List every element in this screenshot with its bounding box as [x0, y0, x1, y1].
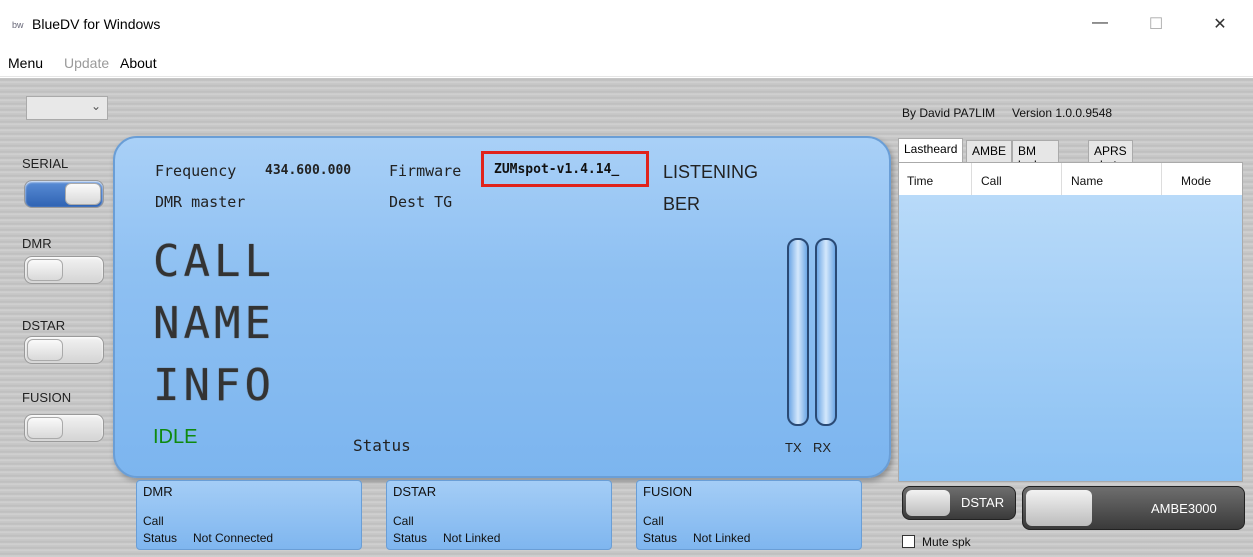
grid-header: Time Call Name Mode — [899, 163, 1242, 195]
call-display: CALL — [153, 236, 275, 287]
chevron-down-icon: ⌄ — [90, 99, 101, 113]
mini-call: Call — [393, 514, 414, 528]
switch-knob — [1026, 490, 1092, 526]
frequency-value: 434.600.000 — [265, 163, 352, 178]
toggle-knob — [65, 183, 101, 205]
serial-label: SERIAL — [22, 156, 69, 171]
author-byline: By David PA7LIM — [902, 106, 996, 120]
switch-knob — [906, 490, 950, 516]
mini-call: Call — [143, 514, 164, 528]
status-label: Status — [353, 436, 411, 455]
mute-label: Mute spk — [922, 535, 971, 549]
title-bar: bw BlueDV for Windows — ☐ ✕ — [0, 0, 1253, 50]
tab-lastheard[interactable]: Lastheard — [898, 138, 964, 162]
mini-status-label: Status — [143, 531, 178, 545]
tab-aprs-chat[interactable]: APRS chat — [1088, 140, 1133, 172]
column-header-time[interactable]: Time — [907, 174, 933, 188]
mini-status-label: Status — [393, 531, 428, 545]
dmr-mini-panel: DMR Call Status Not Connected — [136, 480, 362, 550]
mini-call: Call — [643, 514, 664, 528]
tab-bm-lookup[interactable]: BM lookup — [1012, 140, 1060, 172]
close-button[interactable]: ✕ — [1210, 14, 1230, 34]
menu-bar: Menu Update About — [0, 50, 1253, 77]
toggle-knob — [27, 417, 63, 439]
firmware-value: ZUMspot-v1.4.14_ — [494, 162, 620, 177]
dmr-toggle[interactable] — [24, 256, 104, 284]
window-title: BlueDV for Windows — [32, 16, 161, 32]
ambe-button-label: AMBE3000 — [1151, 501, 1217, 516]
menu-item-update[interactable]: Update — [64, 55, 109, 71]
ambe3000-switch-button[interactable]: AMBE3000 — [1022, 486, 1245, 530]
idle-status: IDLE — [153, 426, 198, 448]
column-divider — [1161, 163, 1162, 195]
dmr-master-label: DMR master — [155, 193, 246, 211]
maximize-button[interactable]: ☐ — [1146, 14, 1166, 34]
mini-status-value: Not Linked — [443, 531, 501, 545]
info-display: INFO — [153, 360, 275, 411]
firmware-highlight-box: ZUMspot-v1.4.14_ — [481, 151, 649, 187]
mini-title: FUSION — [643, 484, 693, 499]
name-display: NAME — [153, 298, 275, 349]
mini-status-label: Status — [643, 531, 678, 545]
dstar-toggle[interactable] — [24, 336, 104, 364]
dstar-mini-panel: DSTAR Call Status Not Linked — [386, 480, 612, 550]
frequency-label: Frequency — [155, 162, 237, 180]
minimize-button[interactable]: — — [1090, 14, 1110, 32]
dstar-switch-button[interactable]: DSTAR — [902, 486, 1016, 520]
menu-item-about[interactable]: About — [120, 55, 157, 71]
fusion-mini-panel: FUSION Call Status Not Linked — [636, 480, 862, 550]
fusion-toggle[interactable] — [24, 414, 104, 442]
app-icon: bw — [12, 20, 24, 30]
tx-meter — [787, 238, 809, 426]
mini-title: DSTAR — [393, 484, 437, 499]
grid-body — [899, 195, 1242, 481]
column-divider — [971, 163, 972, 195]
column-header-call[interactable]: Call — [981, 174, 1002, 188]
column-header-name[interactable]: Name — [1071, 174, 1103, 188]
main-display: Frequency 434.600.000 Firmware ZUMspot-v… — [113, 136, 891, 478]
mini-status-value: Not Connected — [193, 531, 274, 545]
serial-toggle[interactable] — [24, 180, 104, 208]
ber-label: BER — [663, 194, 701, 214]
mute-checkbox[interactable] — [902, 535, 915, 548]
toggle-knob — [27, 259, 63, 281]
version-label: Version 1.0.0.9548 — [1012, 106, 1113, 120]
tab-ambe[interactable]: AMBE — [966, 140, 1013, 162]
column-divider — [1061, 163, 1062, 195]
toggle-knob — [27, 339, 63, 361]
mini-title: DMR — [143, 484, 173, 499]
rx-meter — [815, 238, 837, 426]
dstar-label: DSTAR — [22, 318, 66, 333]
dmr-label: DMR — [22, 236, 52, 251]
lastheard-grid[interactable]: Time Call Name Mode — [898, 162, 1243, 482]
fusion-label: FUSION — [22, 390, 72, 405]
mini-status-value: Not Linked — [693, 531, 751, 545]
listening-status: LISTENING — [663, 162, 759, 182]
tx-label: TX — [785, 440, 802, 455]
client-area: ⌄ SERIAL DMR DSTAR FUSION Frequency 434.… — [0, 78, 1253, 557]
column-header-mode[interactable]: Mode — [1181, 174, 1211, 188]
port-combo[interactable]: ⌄ — [26, 96, 108, 120]
menu-item-menu[interactable]: Menu — [8, 55, 43, 71]
rx-label: RX — [813, 440, 832, 455]
dest-tg-label: Dest TG — [389, 193, 453, 211]
dstar-button-label: DSTAR — [961, 495, 1005, 510]
firmware-label: Firmware — [389, 162, 462, 180]
